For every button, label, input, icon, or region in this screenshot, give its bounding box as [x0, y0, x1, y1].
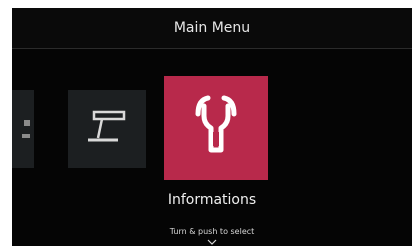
- page-title: Main Menu: [173, 20, 251, 36]
- welding-torch-icon: [88, 110, 126, 142]
- menu-tile-informations[interactable]: [164, 76, 268, 180]
- wrench-icon: [195, 95, 237, 153]
- device-screen: Main Menu Informations Turn & push to se…: [12, 8, 412, 246]
- menu-tile-previous-2[interactable]: [12, 90, 34, 168]
- menu-tile-previous[interactable]: [68, 90, 146, 168]
- header-bar: Main Menu: [12, 8, 412, 49]
- selected-item-label: Informations: [167, 192, 257, 208]
- partial-icon: [22, 120, 30, 138]
- chevron-down-icon: [207, 239, 217, 245]
- navigation-hint: Turn & push to select: [169, 227, 255, 236]
